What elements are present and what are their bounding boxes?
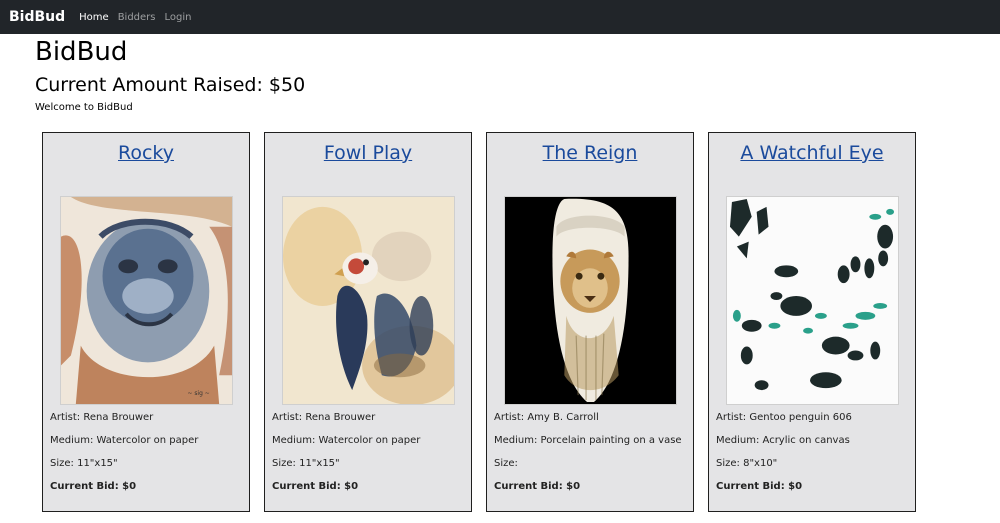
item-size: Size: 11"x15" <box>50 458 118 469</box>
item-artist: Artist: Gentoo penguin 606 <box>716 412 852 423</box>
item-title-link[interactable]: Rocky <box>43 141 249 165</box>
item-artist: Artist: Rena Brouwer <box>272 412 376 423</box>
amount-raised: Current Amount Raised: $50 <box>35 74 305 96</box>
item-current-bid: Current Bid: $0 <box>272 481 359 492</box>
auction-item-card: Fowl Play Artist: Rena Brouwer Medium: W… <box>264 132 472 512</box>
item-medium: Medium: Acrylic on canvas <box>716 435 850 446</box>
item-title-link[interactable]: Fowl Play <box>265 141 471 165</box>
navbar: BidBud Home Bidders Login <box>0 0 1000 34</box>
item-size: Size: 8"x10" <box>716 458 778 469</box>
nav-bidders-link[interactable]: Bidders <box>118 12 156 23</box>
brand-link[interactable]: BidBud <box>9 9 65 25</box>
item-medium: Medium: Porcelain painting on a vase <box>494 435 682 446</box>
item-image-orangutan[interactable]: ~ sig ~ <box>60 196 233 405</box>
auction-item-card: Rocky ~ sig ~ Artist: Rena Brouwer Mediu… <box>42 132 250 512</box>
item-title-link[interactable]: The Reign <box>487 141 693 165</box>
welcome-text: Welcome to BidBud <box>35 102 133 113</box>
svg-text:~ sig ~: ~ sig ~ <box>188 390 210 397</box>
item-image-lion-vase[interactable] <box>504 196 677 405</box>
nav-home-link[interactable]: Home <box>79 12 109 23</box>
amount-raised-value: $50 <box>268 74 306 96</box>
item-medium: Medium: Watercolor on paper <box>50 435 199 446</box>
item-image-guinea-fowl[interactable] <box>282 196 455 405</box>
item-current-bid: Current Bid: $0 <box>716 481 803 492</box>
auction-item-card: A Watchful Eye Artist: Gentoo penguin 60… <box>708 132 916 512</box>
amount-raised-label: Current Amount Raised: <box>35 74 263 96</box>
nav-login-link[interactable]: Login <box>165 12 192 23</box>
item-size: Size: 11"x15" <box>272 458 340 469</box>
item-current-bid: Current Bid: $0 <box>50 481 137 492</box>
item-current-bid: Current Bid: $0 <box>494 481 581 492</box>
item-size: Size: <box>494 458 518 469</box>
item-medium: Medium: Watercolor on paper <box>272 435 421 446</box>
page-title: BidBud <box>35 37 128 67</box>
auction-item-card: The Reign Artist: Amy B. Carroll Medium:… <box>486 132 694 512</box>
item-artist: Artist: Amy B. Carroll <box>494 412 599 423</box>
item-artist: Artist: Rena Brouwer <box>50 412 154 423</box>
item-title-link[interactable]: A Watchful Eye <box>709 141 915 165</box>
item-image-penguin-prints[interactable] <box>726 196 899 405</box>
